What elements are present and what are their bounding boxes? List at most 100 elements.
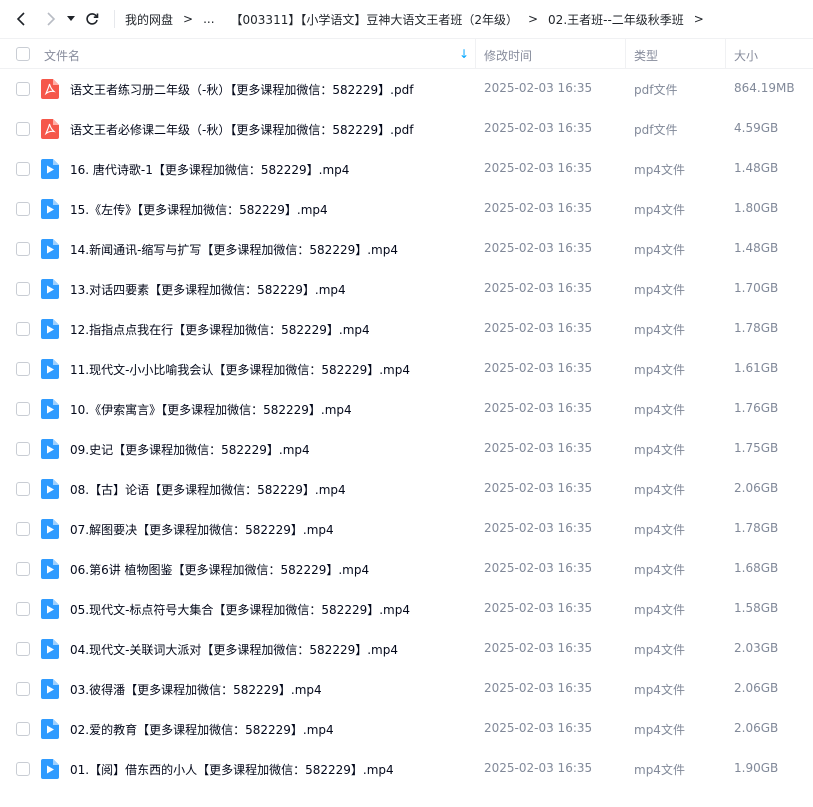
forward-button[interactable] (38, 0, 64, 38)
video-icon (41, 519, 59, 539)
video-icon (41, 399, 59, 419)
file-name[interactable]: 07.解图要决【更多课程加微信：582229】.mp4 (70, 521, 334, 538)
row-checkbox[interactable] (16, 162, 30, 176)
file-name[interactable]: 13.对话四要素【更多课程加微信：582229】.mp4 (70, 281, 346, 298)
file-row[interactable]: 04.现代文-关联词大派对【更多课程加微信：582229】.mp4 2025-0… (0, 629, 813, 669)
video-icon (41, 759, 59, 779)
column-divider[interactable] (625, 39, 626, 69)
file-name[interactable]: 语文王者必修课二年级（-秋）【更多课程加微信：582229】.pdf (70, 121, 413, 138)
file-row[interactable]: 08.【古】论语【更多课程加微信：582229】.mp4 2025-02-03 … (0, 469, 813, 509)
file-size: 4.59GB (734, 121, 779, 135)
video-icon (41, 199, 59, 219)
file-name[interactable]: 15.《左传》【更多课程加微信：582229】.mp4 (70, 201, 328, 218)
file-row[interactable]: 02.爱的教育【更多课程加微信：582229】.mp4 2025-02-03 1… (0, 709, 813, 749)
file-row[interactable]: 11.现代文-小小比喻我会认【更多课程加微信：582229】.mp4 2025-… (0, 349, 813, 389)
row-checkbox[interactable] (16, 402, 30, 416)
file-size: 1.48GB (734, 161, 779, 175)
file-time: 2025-02-03 16:35 (484, 201, 593, 215)
file-name[interactable]: 11.现代文-小小比喻我会认【更多课程加微信：582229】.mp4 (70, 361, 410, 378)
row-checkbox[interactable] (16, 442, 30, 456)
back-button[interactable] (8, 0, 34, 38)
row-checkbox[interactable] (16, 242, 30, 256)
file-time: 2025-02-03 16:35 (484, 401, 593, 415)
file-row[interactable]: 语文王者练习册二年级（-秋）【更多课程加微信：582229】.pdf 2025-… (0, 69, 813, 109)
file-name[interactable]: 12.指指点点我在行【更多课程加微信：582229】.mp4 (70, 321, 370, 338)
file-row[interactable]: 05.现代文-标点符号大集合【更多课程加微信：582229】.mp4 2025-… (0, 589, 813, 629)
file-type: mp4文件 (634, 403, 685, 417)
row-checkbox[interactable] (16, 322, 30, 336)
video-icon (41, 159, 59, 179)
file-row[interactable]: 10.《伊索寓言》【更多课程加微信：582229】.mp4 2025-02-03… (0, 389, 813, 429)
file-row[interactable]: 12.指指点点我在行【更多课程加微信：582229】.mp4 2025-02-0… (0, 309, 813, 349)
sort-arrow-down-icon[interactable]: ↓ (459, 47, 469, 61)
file-name[interactable]: 08.【古】论语【更多课程加微信：582229】.mp4 (70, 481, 346, 498)
row-checkbox[interactable] (16, 522, 30, 536)
file-name[interactable]: 16. 唐代诗歌-1【更多课程加微信：582229】.mp4 (70, 161, 349, 178)
row-checkbox[interactable] (16, 642, 30, 656)
file-type: mp4文件 (634, 683, 685, 697)
column-divider[interactable] (725, 39, 726, 69)
breadcrumb-current[interactable]: 02.王者班--二年级秋季班 (546, 11, 686, 28)
file-size: 2.06GB (734, 481, 779, 495)
column-divider[interactable] (475, 39, 476, 69)
row-checkbox[interactable] (16, 482, 30, 496)
row-checkbox[interactable] (16, 602, 30, 616)
row-checkbox[interactable] (16, 562, 30, 576)
file-name[interactable]: 10.《伊索寓言》【更多课程加微信：582229】.mp4 (70, 401, 352, 418)
file-time: 2025-02-03 16:35 (484, 441, 593, 455)
history-dropdown-button[interactable] (64, 0, 78, 38)
file-row[interactable]: 语文王者必修课二年级（-秋）【更多课程加微信：582229】.pdf 2025-… (0, 109, 813, 149)
breadcrumb: 我的网盘 > ... 【003311】【小学语文】豆神大语文王者班（2年级） >… (123, 11, 712, 28)
video-icon (41, 279, 59, 299)
row-checkbox[interactable] (16, 282, 30, 296)
file-size: 1.75GB (734, 441, 779, 455)
row-checkbox[interactable] (16, 82, 30, 96)
refresh-icon (86, 13, 99, 25)
file-name[interactable]: 01.【阅】借东西的小人【更多课程加微信：582229】.mp4 (70, 761, 394, 778)
file-row[interactable]: 03.彼得潘【更多课程加微信：582229】.mp4 2025-02-03 16… (0, 669, 813, 709)
file-row[interactable]: 09.史记【更多课程加微信：582229】.mp4 2025-02-03 16:… (0, 429, 813, 469)
file-name[interactable]: 09.史记【更多课程加微信：582229】.mp4 (70, 441, 310, 458)
file-size: 1.68GB (734, 561, 779, 575)
file-row[interactable]: 15.《左传》【更多课程加微信：582229】.mp4 2025-02-03 1… (0, 189, 813, 229)
file-time: 2025-02-03 16:35 (484, 481, 593, 495)
breadcrumb-ellipsis[interactable]: ... (201, 12, 216, 26)
file-type: pdf文件 (634, 83, 678, 97)
file-size: 1.58GB (734, 601, 779, 615)
file-name[interactable]: 05.现代文-标点符号大集合【更多课程加微信：582229】.mp4 (70, 601, 410, 618)
breadcrumb-course[interactable]: 【003311】【小学语文】豆神大语文王者班（2年级） (229, 11, 520, 28)
header-name[interactable]: 文件名 (44, 47, 80, 64)
file-name[interactable]: 06.第6讲 植物图鉴【更多课程加微信：582229】.mp4 (70, 561, 369, 578)
toolbar-divider (114, 10, 115, 28)
row-checkbox[interactable] (16, 682, 30, 696)
file-time: 2025-02-03 16:35 (484, 161, 593, 175)
file-name[interactable]: 14.新闻通讯-缩写与扩写【更多课程加微信：582229】.mp4 (70, 241, 398, 258)
file-row[interactable]: 16. 唐代诗歌-1【更多课程加微信：582229】.mp4 2025-02-0… (0, 149, 813, 189)
row-checkbox[interactable] (16, 362, 30, 376)
file-time: 2025-02-03 16:35 (484, 521, 593, 535)
file-row[interactable]: 01.【阅】借东西的小人【更多课程加微信：582229】.mp4 2025-02… (0, 749, 813, 789)
row-checkbox[interactable] (16, 722, 30, 736)
header-time[interactable]: 修改时间 (484, 47, 532, 64)
file-row[interactable]: 14.新闻通讯-缩写与扩写【更多课程加微信：582229】.mp4 2025-0… (0, 229, 813, 269)
row-checkbox[interactable] (16, 122, 30, 136)
file-type: mp4文件 (634, 443, 685, 457)
select-all-checkbox[interactable] (16, 47, 30, 61)
refresh-button[interactable] (82, 0, 102, 38)
file-row[interactable]: 07.解图要决【更多课程加微信：582229】.mp4 2025-02-03 1… (0, 509, 813, 549)
file-time: 2025-02-03 16:35 (484, 681, 593, 695)
caret-down-icon (67, 16, 75, 21)
header-type[interactable]: 类型 (634, 47, 658, 64)
file-name[interactable]: 语文王者练习册二年级（-秋）【更多课程加微信：582229】.pdf (70, 81, 413, 98)
row-checkbox[interactable] (16, 202, 30, 216)
file-name[interactable]: 04.现代文-关联词大派对【更多课程加微信：582229】.mp4 (70, 641, 398, 658)
header-size[interactable]: 大小 (734, 47, 758, 64)
video-icon (41, 359, 59, 379)
file-row[interactable]: 06.第6讲 植物图鉴【更多课程加微信：582229】.mp4 2025-02-… (0, 549, 813, 589)
file-name[interactable]: 03.彼得潘【更多课程加微信：582229】.mp4 (70, 681, 322, 698)
row-checkbox[interactable] (16, 762, 30, 776)
file-type: mp4文件 (634, 723, 685, 737)
file-name[interactable]: 02.爱的教育【更多课程加微信：582229】.mp4 (70, 721, 334, 738)
file-row[interactable]: 13.对话四要素【更多课程加微信：582229】.mp4 2025-02-03 … (0, 269, 813, 309)
breadcrumb-root[interactable]: 我的网盘 (123, 11, 175, 28)
